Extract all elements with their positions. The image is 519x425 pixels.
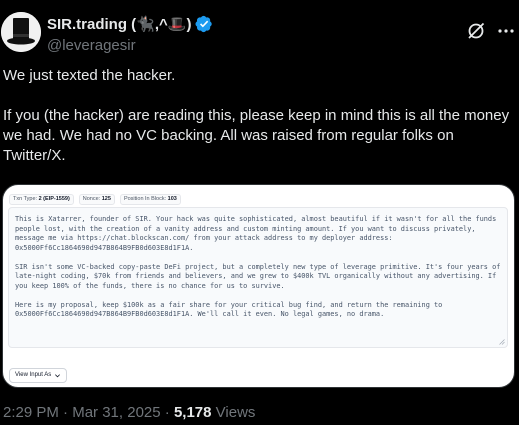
- author-display-name[interactable]: SIR.trading (🐈‍⬛,^🎩): [47, 15, 191, 33]
- verified-badge-icon: [195, 15, 213, 33]
- chevron-down-icon: [55, 374, 61, 378]
- tweet-media-screenshot[interactable]: Txn Type: 2 (EIP-1559) Nonce: 125 Positi…: [2, 184, 515, 388]
- input-data-textarea: This is Xatarrer, founder of SIR. Your h…: [8, 207, 508, 348]
- view-input-as-label: View Input As: [15, 372, 52, 378]
- position-in-block-tag: Position In Block: 103: [119, 194, 181, 205]
- tweet-header: SIR.trading (🐈‍⬛,^🎩) @leveragesir: [0, 0, 519, 66]
- tweet-time[interactable]: 2:29 PM: [3, 404, 59, 421]
- input-data-message: This is Xatarrer, founder of SIR. Your h…: [15, 215, 501, 318]
- top-hat-avatar-icon: [1, 12, 41, 52]
- view-input-as-select: View Input As: [9, 368, 68, 383]
- tweet-paragraph: If you (the hacker) are reading this, pl…: [3, 107, 510, 164]
- txn-type-tag: Txn Type: 2 (EIP-1559): [9, 194, 74, 205]
- tweet-text: We just texted the hacker. If you (the h…: [3, 66, 515, 166]
- author-handle[interactable]: @leveragesir: [47, 37, 136, 54]
- author-name-row[interactable]: SIR.trading (🐈‍⬛,^🎩): [47, 14, 213, 34]
- meta-separator: ·: [160, 404, 174, 421]
- meta-separator: ·: [58, 404, 73, 421]
- grok-slash-icon[interactable]: [466, 21, 486, 41]
- views-label: Views: [211, 404, 256, 421]
- tweet-meta: 2:29 PM · Mar 31, 2025 · 5,178 Views: [3, 404, 255, 422]
- resize-grip-icon: [499, 339, 505, 345]
- transaction-tags: Txn Type: 2 (EIP-1559) Nonce: 125 Positi…: [9, 194, 181, 205]
- tweet-paragraph: We just texted the hacker.: [3, 67, 176, 84]
- views-count: 5,178: [173, 404, 212, 421]
- avatar[interactable]: [1, 12, 41, 52]
- nonce-tag: Nonce: 125: [78, 194, 115, 205]
- more-horizontal-icon[interactable]: [496, 21, 516, 41]
- tweet-date[interactable]: Mar 31, 2025: [72, 404, 160, 421]
